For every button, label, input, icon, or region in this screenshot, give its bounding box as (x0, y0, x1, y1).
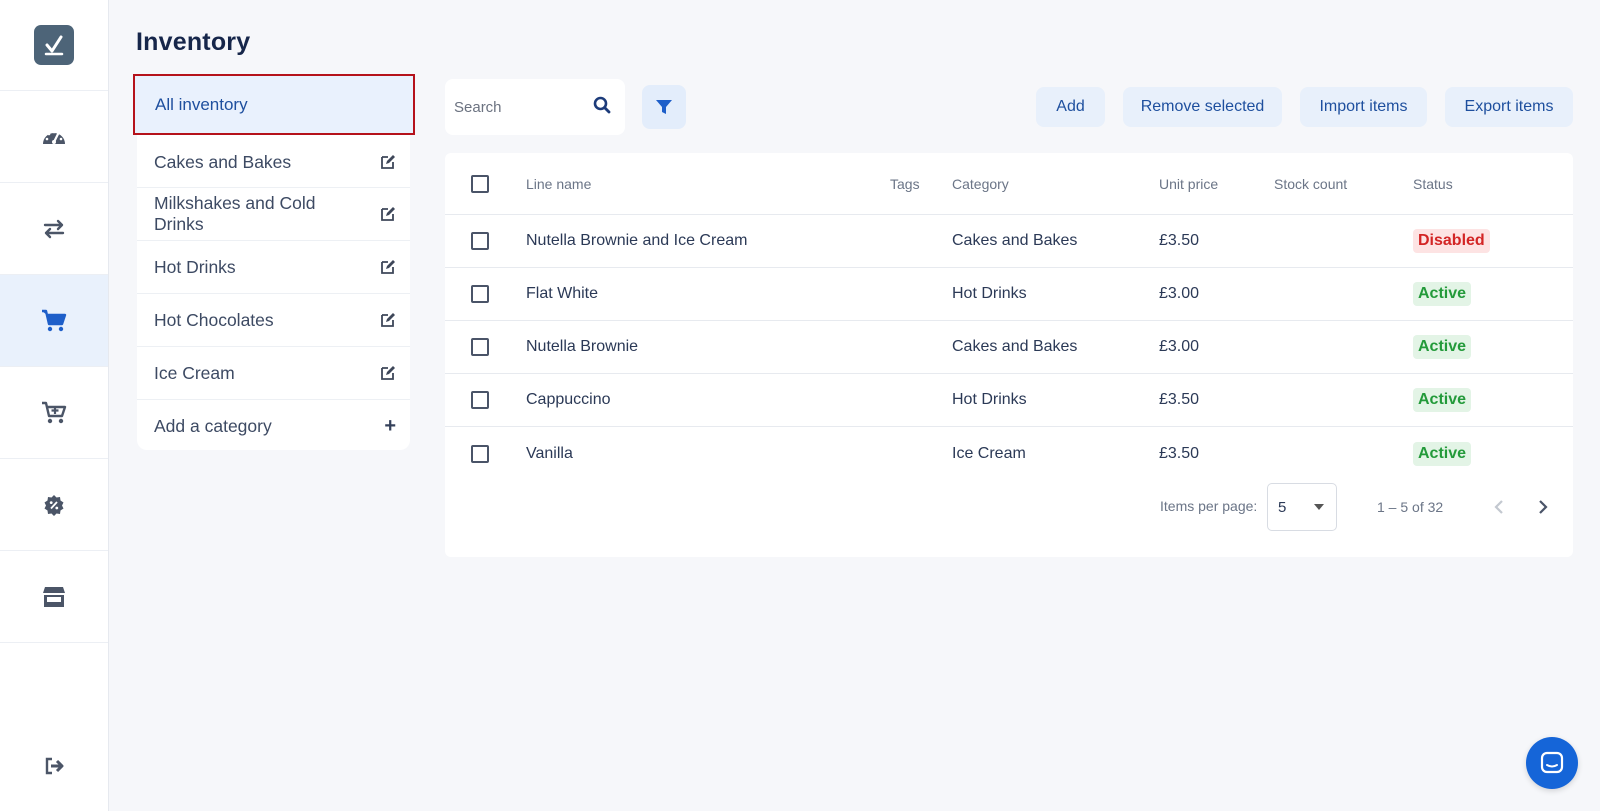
transfer-arrows-icon (43, 219, 65, 238)
row-checkbox[interactable] (471, 391, 489, 409)
row-checkbox[interactable] (471, 232, 489, 250)
logout-icon (45, 757, 63, 775)
category-list: Cakes and Bakes Milkshakes and Cold Drin… (137, 137, 410, 453)
row-unit-price: £3.00 (1159, 338, 1200, 355)
chat-launcher-button[interactable] (1526, 737, 1578, 789)
table-row[interactable]: Flat White Hot Drinks £3.00 Active (445, 268, 1573, 321)
nav-orders[interactable] (0, 367, 108, 459)
edit-icon[interactable] (380, 206, 396, 222)
row-category: Hot Drinks (952, 391, 1027, 408)
edit-icon[interactable] (380, 312, 396, 328)
category-label: Hot Drinks (154, 256, 236, 277)
discount-badge-icon (44, 494, 64, 516)
filter-button[interactable] (642, 85, 686, 129)
category-label: Milkshakes and Cold Drinks (154, 193, 316, 234)
row-unit-price: £3.50 (1159, 391, 1200, 408)
edit-icon[interactable] (380, 365, 396, 381)
category-item[interactable]: Hot Chocolates (137, 294, 410, 347)
header-unit-price[interactable]: Unit price (1159, 153, 1218, 214)
import-items-button[interactable]: Import items (1300, 87, 1427, 127)
table-row[interactable]: Nutella Brownie and Ice Cream Cakes and … (445, 215, 1573, 268)
items-per-page-value: 5 (1278, 498, 1287, 516)
row-line-name: Nutella Brownie and Ice Cream (526, 232, 748, 249)
status-badge: Active (1413, 441, 1472, 466)
status-badge: Active (1413, 282, 1472, 306)
chevron-right-icon (1539, 500, 1548, 514)
add-category-button[interactable]: Add a category + (137, 400, 410, 453)
nav-store[interactable] (0, 551, 108, 643)
category-item[interactable]: Milkshakes and Cold Drinks (137, 188, 410, 241)
plus-icon: + (384, 415, 396, 437)
status-badge: Disabled (1413, 229, 1490, 253)
row-line-name: Cappuccino (526, 391, 611, 408)
row-line-name: Vanilla (526, 444, 573, 462)
add-category-label: Add a category (154, 416, 272, 436)
header-category[interactable]: Category (952, 153, 1009, 214)
inventory-table: Line name Tags Category Unit price Stock… (445, 153, 1573, 557)
remove-selected-button[interactable]: Remove selected (1123, 87, 1282, 127)
edit-icon[interactable] (380, 154, 396, 170)
row-unit-price: £3.00 (1159, 285, 1200, 302)
page-title: Inventory (136, 28, 251, 56)
row-checkbox[interactable] (471, 285, 489, 303)
cart-icon (42, 309, 67, 331)
table-header: Line name Tags Category Unit price Stock… (445, 153, 1573, 215)
checkmark-logo-icon[interactable] (34, 25, 74, 65)
status-badge: Active (1413, 335, 1472, 359)
sidebar (0, 0, 109, 811)
chevron-left-icon (1494, 500, 1503, 514)
cart-plus-icon (42, 401, 67, 423)
row-line-name: Nutella Brownie (526, 338, 639, 355)
table-row[interactable]: Vanilla Ice Cream £3.50 Active (445, 427, 1573, 480)
add-button[interactable]: Add (1036, 87, 1105, 127)
nav-inventory[interactable] (0, 275, 108, 367)
category-label: Cakes and Bakes (154, 151, 292, 172)
category-item[interactable]: Hot Drinks (137, 241, 410, 294)
edit-icon[interactable] (380, 259, 396, 275)
store-icon (43, 586, 65, 607)
category-label: Ice Cream (154, 362, 235, 383)
items-per-page-label: Items per page: (1160, 498, 1258, 514)
items-per-page-select[interactable]: 5 (1267, 483, 1337, 531)
row-category: Cakes and Bakes (952, 232, 1078, 249)
nav-discounts[interactable] (0, 459, 108, 551)
row-category: Ice Cream (952, 444, 1026, 462)
search-icon[interactable] (593, 96, 611, 114)
header-line-name[interactable]: Line name (526, 153, 591, 214)
page-range-label: 1 – 5 of 32 (1377, 499, 1444, 515)
nav-transactions[interactable] (0, 183, 108, 275)
status-badge: Active (1413, 388, 1472, 412)
search-input[interactable] (454, 98, 584, 116)
paginator: Items per page: 5 1 – 5 of 32 (445, 483, 1573, 533)
table-row[interactable]: Cappuccino Hot Drinks £3.50 Active (445, 374, 1573, 427)
row-category: Cakes and Bakes (952, 338, 1078, 355)
row-checkbox[interactable] (471, 444, 489, 463)
filter-icon (656, 100, 672, 114)
category-label: Hot Chocolates (154, 309, 274, 330)
header-tags[interactable]: Tags (890, 153, 920, 214)
nav-dashboard[interactable] (0, 91, 108, 183)
header-stock-count[interactable]: Stock count (1274, 153, 1347, 214)
row-unit-price: £3.50 (1159, 444, 1200, 462)
logo-container (0, 0, 108, 91)
previous-page-button[interactable] (1487, 495, 1511, 519)
category-item[interactable]: Cakes and Bakes (137, 137, 410, 188)
table-row[interactable]: Nutella Brownie Cakes and Bakes £3.00 Ac… (445, 321, 1573, 374)
dashboard-gauge-icon (43, 130, 65, 144)
next-page-button[interactable] (1531, 495, 1555, 519)
logout-button[interactable] (0, 751, 109, 781)
chat-icon (1540, 751, 1564, 774)
caret-down-icon (1314, 504, 1324, 510)
header-status[interactable]: Status (1413, 153, 1453, 214)
row-checkbox[interactable] (471, 338, 489, 356)
row-line-name: Flat White (526, 285, 599, 302)
row-unit-price: £3.50 (1159, 232, 1200, 249)
category-item[interactable]: Ice Cream (137, 347, 410, 400)
category-all-inventory[interactable]: All inventory (133, 74, 415, 135)
export-items-button[interactable]: Export items (1445, 87, 1573, 127)
search-box (445, 79, 625, 135)
row-category: Hot Drinks (952, 285, 1027, 302)
select-all-checkbox[interactable] (471, 174, 489, 193)
